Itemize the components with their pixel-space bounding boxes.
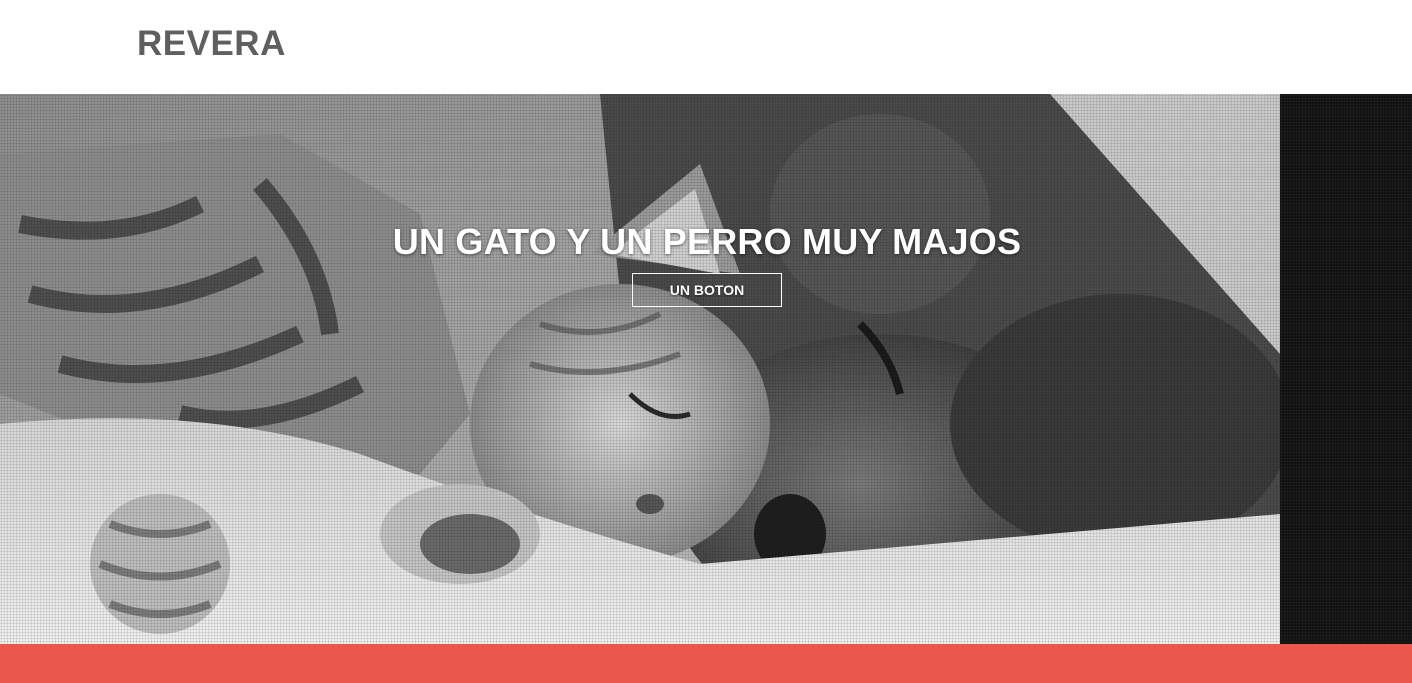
side-dot-overlay [1280,94,1412,644]
hero-title: UN GATO Y UN PERRO MUY MAJOS [392,221,1022,262]
site-logo[interactable]: REVERA [137,24,286,64]
hero-banner [0,94,1280,644]
side-panel [1280,94,1412,644]
accent-bar [0,644,1412,683]
hero-cta-button[interactable]: UN BOTON [632,273,782,307]
kitten-and-puppy-photo [0,94,1280,644]
site-header: REVERA [0,0,1412,94]
